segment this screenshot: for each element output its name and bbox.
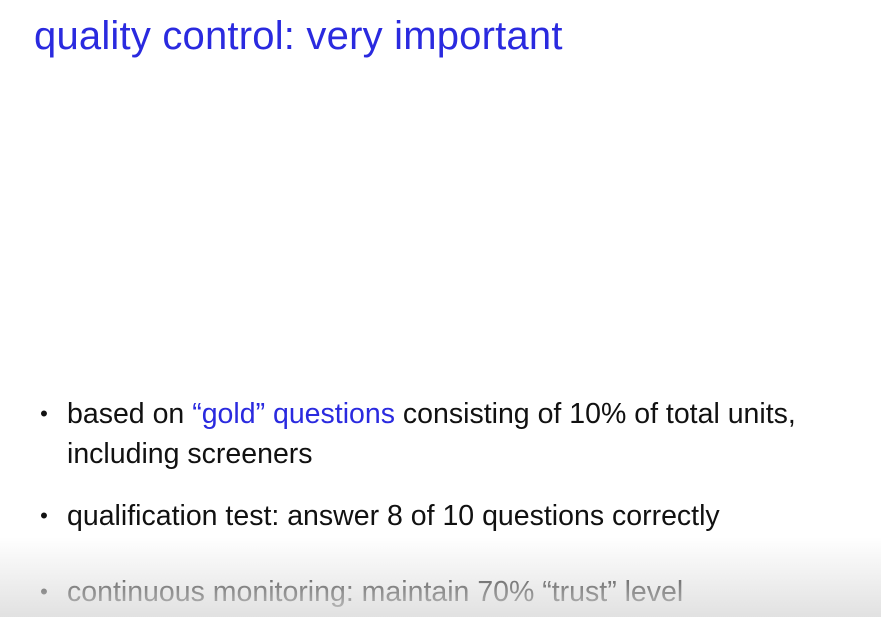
bullet-text: continuous monitoring: maintain 70% “tru…: [67, 576, 684, 608]
bullet-list: • based on “gold” questions consisting o…: [34, 394, 854, 612]
slide-title: quality control: very important: [34, 14, 563, 58]
bullet-text-before: based on: [67, 398, 193, 430]
bullet-item-continuous-monitoring: • continuous monitoring: maintain 70% “t…: [34, 572, 854, 612]
bullet-item-qualification-test: • qualification test: answer 8 of 10 que…: [34, 496, 854, 536]
bullet-dot-icon: •: [40, 503, 48, 528]
bullet-highlight-gold-questions: “gold” questions: [192, 398, 395, 430]
bullet-item-gold-questions: • based on “gold” questions consisting o…: [34, 394, 854, 474]
bullet-dot-icon: •: [40, 401, 48, 426]
bullet-dot-icon: •: [40, 579, 48, 604]
bullet-text: qualification test: answer 8 of 10 quest…: [67, 500, 720, 532]
slide: quality control: very important • based …: [0, 0, 881, 617]
